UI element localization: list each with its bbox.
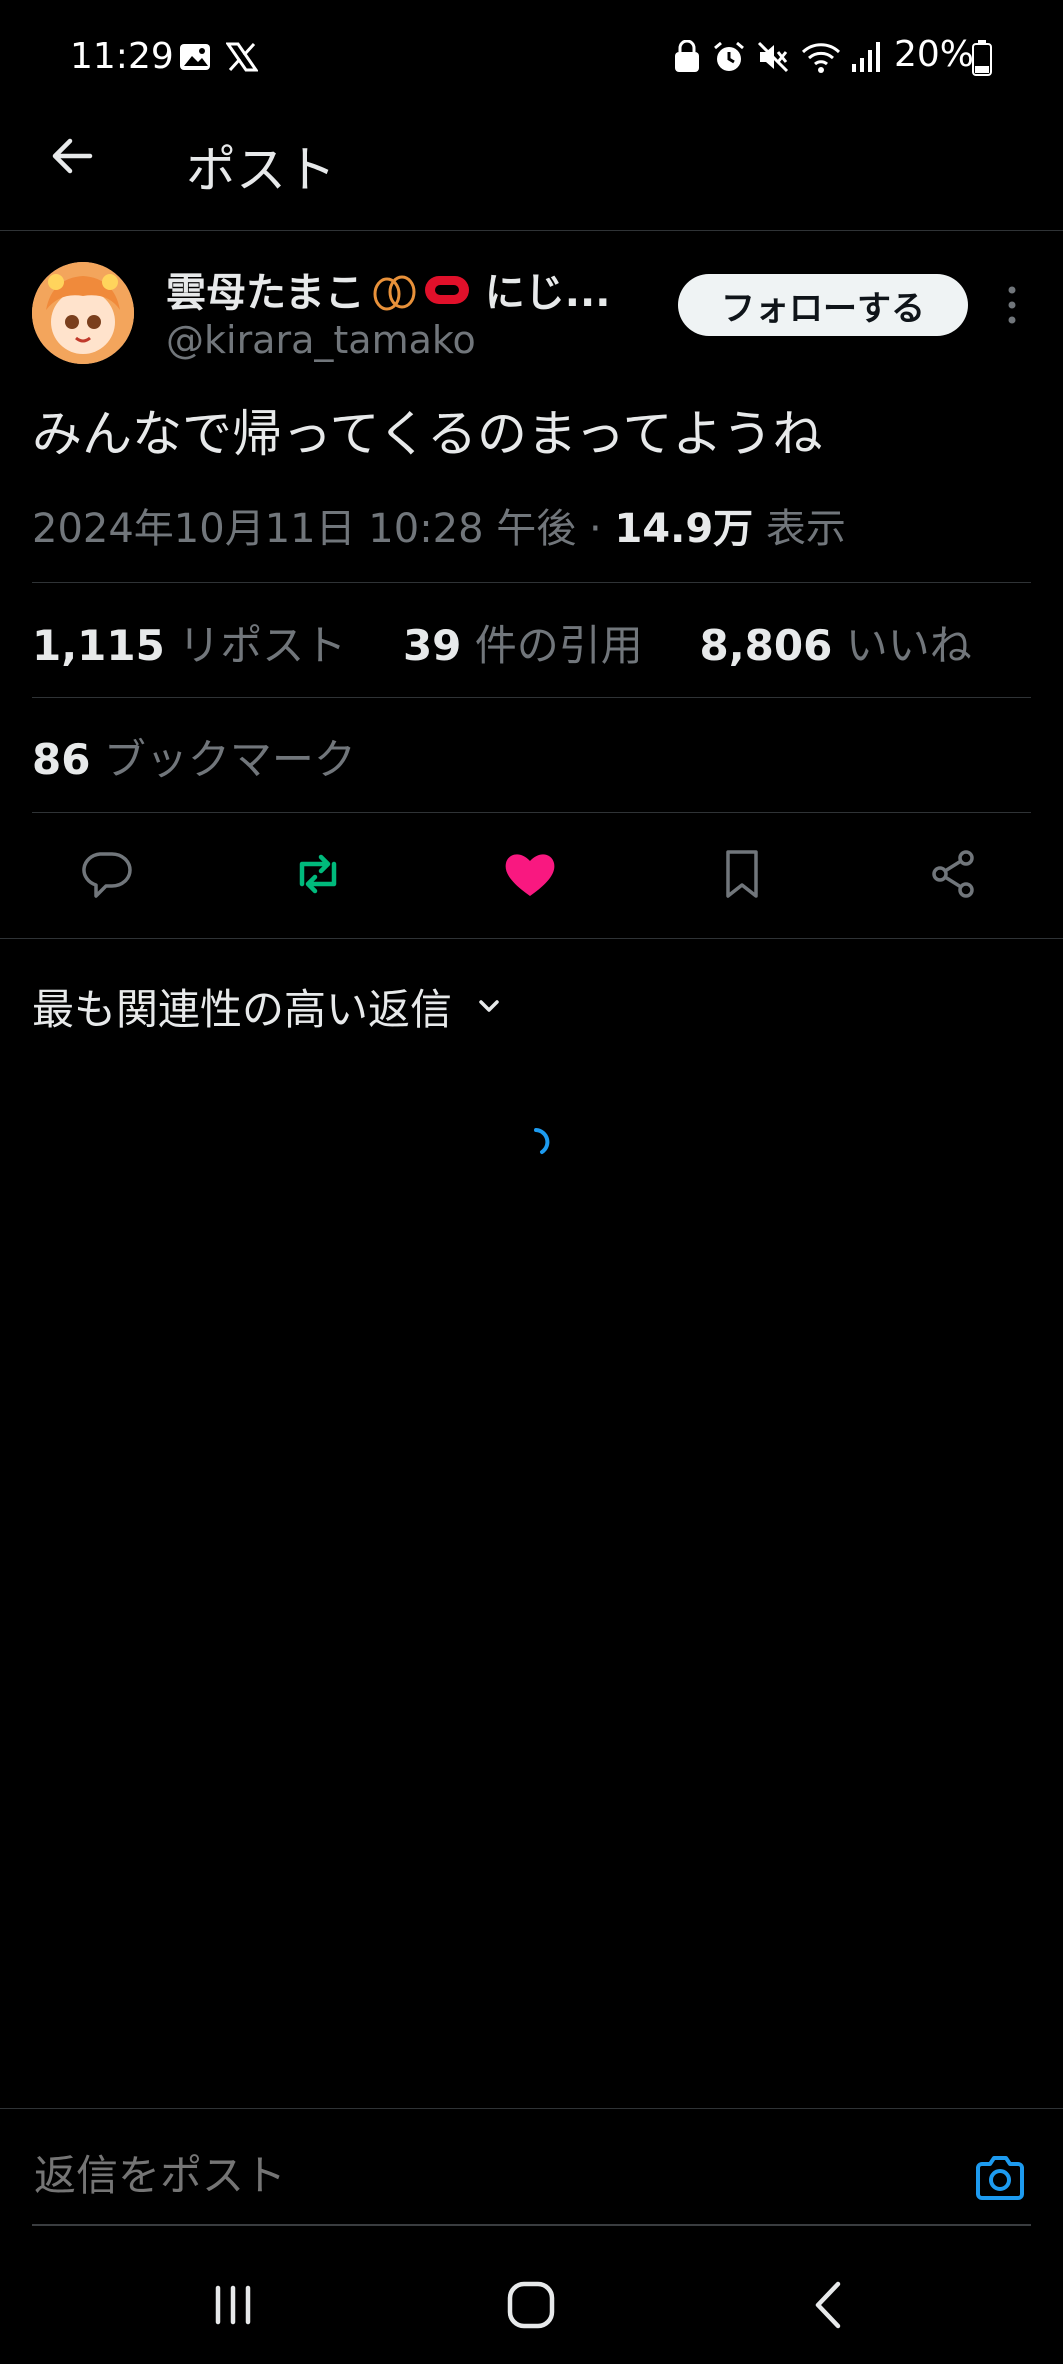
divider (32, 697, 1031, 698)
likes-stat[interactable]: 8,806 いいね (700, 621, 972, 670)
back-arrow-icon[interactable] (44, 128, 100, 184)
page-title: ポスト (186, 141, 336, 199)
reposts-label: リポスト (178, 621, 347, 670)
views-label: 表示 (765, 506, 846, 552)
engagement-stats: 1,115 リポスト 39 件の引用 8,806 いいね (32, 612, 972, 673)
alarm-icon (712, 40, 746, 78)
views-count: 14.9万 (614, 506, 754, 552)
back-nav-icon[interactable] (794, 2270, 864, 2340)
x-logo-icon (225, 42, 259, 76)
author-name-text: 雲母たまこ (166, 270, 365, 316)
author-name[interactable]: 雲母たまこ にじ... (166, 260, 610, 322)
divider (32, 812, 1031, 813)
wifi-icon (800, 40, 842, 78)
loading-spinner-icon (518, 1124, 554, 1160)
reply-icon[interactable] (76, 844, 136, 904)
post-text: みんなで帰ってくるのまってようね (32, 405, 823, 463)
post-date[interactable]: 2024年10月11日 10:28 午後 (32, 506, 576, 552)
author-name-suffix: にじ... (484, 270, 611, 316)
vpn-lock-icon (672, 39, 702, 78)
status-time: 11:29 (70, 36, 174, 77)
meta-separator: · (589, 506, 602, 552)
camera-icon[interactable] (972, 2150, 1028, 2206)
like-icon[interactable] (500, 844, 560, 904)
action-bar (0, 822, 1063, 932)
lips-emoji-icon (423, 272, 471, 318)
likes-label: いいね (845, 621, 972, 670)
replies-sort-label: 最も関連性の高い返信 (32, 985, 453, 1034)
follow-button[interactable]: フォローする (678, 274, 968, 336)
likes-count: 8,806 (699, 621, 833, 670)
divider (0, 2108, 1063, 2109)
post-meta: 2024年10月11日 10:28 午後 · 14.9万 表示 (32, 496, 846, 554)
top-app-bar (0, 118, 1063, 231)
author-handle[interactable]: @kirara_tamako (166, 318, 476, 362)
quotes-count: 39 (402, 621, 462, 670)
reposts-count: 1,115 (32, 621, 165, 670)
chevron-down-icon (474, 982, 504, 1031)
more-options-icon[interactable] (994, 280, 1030, 330)
status-bar: 11:29 20% (0, 0, 1063, 118)
reposts-stat[interactable]: 1,115 リポスト (32, 621, 346, 670)
bookmarks-count: 86 (32, 735, 91, 784)
gallery-icon (178, 42, 212, 76)
share-icon[interactable] (924, 844, 984, 904)
bookmarks-label: ブックマーク (103, 735, 356, 784)
mute-icon (756, 40, 790, 78)
replies-sort-dropdown[interactable]: 最も関連性の高い返信 (32, 976, 504, 1037)
egg-emoji-icon (369, 268, 419, 322)
divider (32, 582, 1031, 583)
recent-apps-icon[interactable] (198, 2270, 268, 2340)
battery-icon (972, 40, 992, 80)
avatar[interactable] (32, 262, 134, 364)
bookmark-icon[interactable] (712, 844, 772, 904)
home-icon[interactable] (496, 2270, 566, 2340)
reply-input[interactable] (32, 2150, 936, 2201)
bookmarks-stat[interactable]: 86 ブックマーク (32, 726, 356, 787)
quotes-stat[interactable]: 39 件の引用 (403, 621, 643, 670)
reply-input-underline (32, 2224, 1031, 2226)
divider (0, 938, 1063, 939)
repost-icon[interactable] (288, 844, 348, 904)
system-nav-bar (0, 2240, 1063, 2364)
signal-icon (850, 40, 882, 78)
quotes-label: 件の引用 (474, 621, 643, 670)
battery-percent: 20% (894, 34, 975, 75)
